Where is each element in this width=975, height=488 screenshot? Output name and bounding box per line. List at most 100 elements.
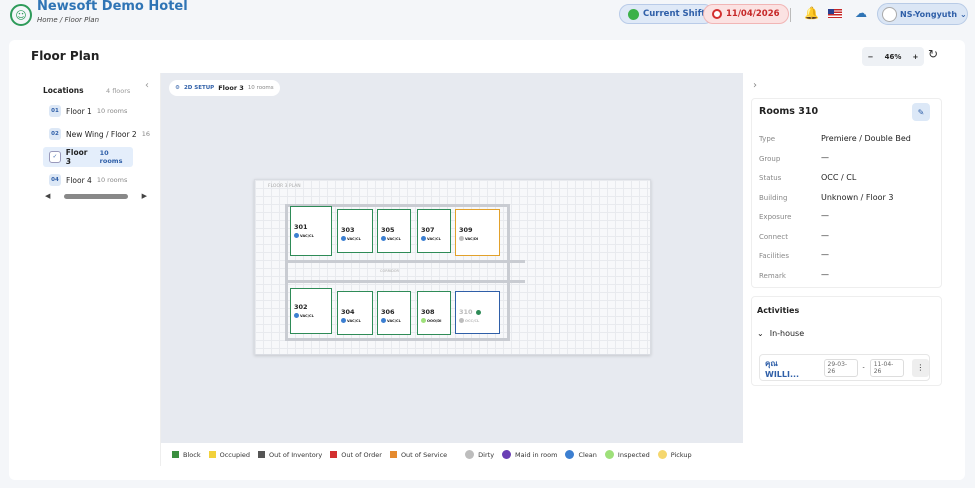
support-chat-icon[interactable]: ☁ [855,6,867,20]
clean-icon [294,313,299,318]
legend-item: Pickup [657,450,692,459]
refresh-icon[interactable]: ↻ [928,47,938,61]
legend-label: Occupied [219,450,251,459]
room-number: 305 [381,226,395,234]
room-305[interactable]: 305 VAC/CL [377,209,411,253]
shift-status-icon [628,8,639,20]
field-value: — [821,231,829,240]
in-house-label: In-house [769,329,805,338]
locations-title: Locations [43,86,84,95]
room-number: 309 [459,226,473,234]
field-label: Remark [759,272,786,280]
hotel-logo-icon[interactable]: ☺ [10,4,32,26]
clean-icon [341,236,346,241]
plan-wall [507,204,510,341]
floor-item[interactable]: 01 Floor 1 10 rooms [43,101,161,121]
field-value: — [821,250,829,259]
breadcrumb: Home / Floor Plan [37,16,100,24]
user-name: NS-Yongyuth [900,9,958,19]
arrival-date: 29-03-26 [823,358,858,377]
zoom-out-button[interactable]: − [868,53,874,61]
user-menu[interactable]: NS-Yongyuth ⌄ [877,3,968,25]
collapse-chevron-icon[interactable]: ‹ [145,80,149,91]
room-status: VAC/CL [381,236,401,241]
block-swatch [172,451,179,458]
horizontal-scrollbar[interactable]: ◀ ▶ [45,192,147,200]
setup-tag: 2D SETUP [183,85,215,91]
plan-wall [285,280,525,283]
inspected-icon [421,318,426,323]
floor-item[interactable]: 02 New Wing / Floor 2 16 [43,124,161,144]
edit-pencil-icon[interactable]: ✎ [912,103,930,121]
us-flag-icon[interactable] [828,9,842,18]
floor-rooms: 10 rooms [96,176,128,184]
guest-name[interactable]: คุณ WILLI... [765,357,813,379]
room-306[interactable]: 306 VAC/CL [377,291,411,335]
more-options-icon[interactable]: ⋮ [911,358,929,377]
brand-title: Newsoft Demo Hotel [37,0,188,14]
dirty-icon [459,236,464,241]
date-separator: - [862,364,865,371]
current-shift-button[interactable]: Current Shift [619,4,715,24]
room-310-selected[interactable]: 310 OCC/CL [455,291,500,334]
zoom-in-button[interactable]: + [913,53,919,61]
plan-wall [285,260,525,263]
room-status-text: VAC/CL [427,236,441,241]
floor-number: 01 [49,105,61,117]
bell-icon[interactable]: 🔔 [804,6,819,20]
field-value: Unknown / Floor 3 [821,193,894,202]
room-301[interactable]: 301 VAC/CL [290,206,332,256]
scroll-right-icon[interactable]: ▶ [142,192,147,200]
scroll-left-icon[interactable]: ◀ [45,192,50,200]
room-number: 302 [294,303,308,311]
status-legend: Block Occupied Out of Inventory Out of O… [161,443,743,466]
room-status: VAC/CL [421,236,441,241]
clean-icon [341,318,346,323]
floor-plan-drawing[interactable]: FLOOR 3 PLAN CORRIDOR 301 VAC/CL 303 VAC/C… [254,179,651,355]
legend-item: Out of Inventory [258,451,322,459]
floor-number: 02 [49,128,61,140]
room-309[interactable]: 309 VAC/DI [455,209,500,256]
room-status: VAC/CL [341,236,361,241]
legend-item: Out of Order [330,451,382,459]
field-label: Facilities [759,252,789,260]
field-value: — [821,153,829,162]
setup-chip[interactable]: ⚙ 2D SETUP Floor 3 10 rooms [169,80,280,96]
in-house-toggle[interactable]: ⌄ In-house [757,329,804,338]
room-status-text: VAC/CL [300,313,314,318]
reservation-row[interactable]: คุณ WILLI... 29-03-26 - 11-04-26 ⋮ [759,354,930,381]
room-307[interactable]: 307 VAC/CL [417,209,451,253]
scroll-thumb[interactable] [64,193,128,199]
collapse-right-chevron-icon[interactable]: › [753,80,757,91]
departure-date: 11-04-26 [869,358,904,377]
room-status: VAC/CL [294,233,314,238]
field-label: Type [759,135,776,143]
clean-icon [381,236,386,241]
legend-label: Out of Inventory [269,450,323,459]
room-304[interactable]: 304 VAC/CL [337,291,373,335]
plan-wall [285,338,507,341]
pickup-icon [657,450,667,459]
floor-item[interactable]: 04 Floor 4 10 rooms [43,170,161,190]
field-value: — [821,211,829,220]
room-number: 307 [421,226,435,234]
room-status-text: OCC/CL [465,318,480,323]
room-status: VAC/CL [381,318,401,323]
avatar [882,6,897,22]
legend-item: Dirty [465,450,494,459]
room-status: VAC/DI [459,236,478,241]
plan-wall [285,204,288,341]
corridor-label: CORRIDOR [380,269,399,273]
room-308[interactable]: 308 OOO/DI [417,291,451,335]
floor-item-selected[interactable]: ✓ Floor 3 10 rooms [43,147,133,167]
field-value: OCC / CL [821,173,857,182]
room-302[interactable]: 302 VAC/CL [290,288,332,334]
field-label: Building [759,194,788,202]
occupied-dot-icon [476,310,481,315]
room-number: 304 [341,308,355,316]
floor-rooms: 16 [141,130,150,138]
current-shift-label: Current Shift [643,9,706,19]
business-date-button[interactable]: 11/04/2026 [703,4,789,24]
room-303[interactable]: 303 VAC/CL [337,209,373,253]
legend-label: Out of Service [400,450,448,459]
